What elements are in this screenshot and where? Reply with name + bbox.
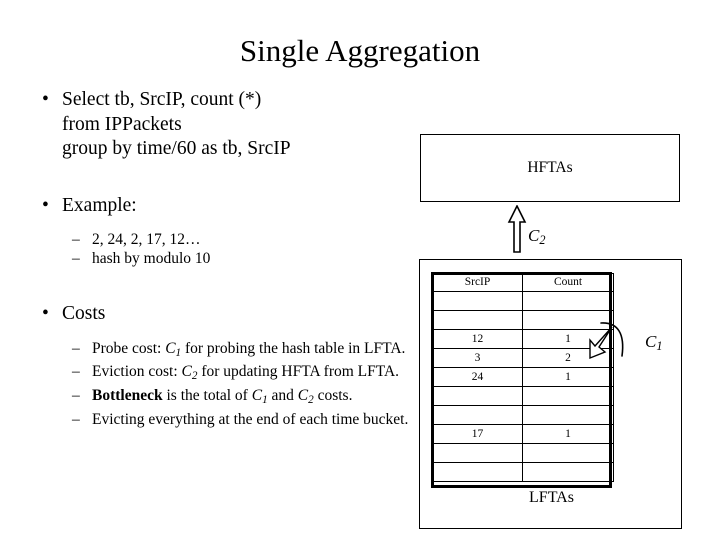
dash-marker: – — [72, 231, 80, 248]
query-line-1: Select tb, SrcIP, count (*) — [62, 89, 262, 110]
table-cell — [522, 291, 614, 311]
table-row — [432, 462, 614, 482]
cost-variable-letter: C — [251, 387, 263, 405]
table-row — [432, 291, 614, 311]
table-cell: 3 — [432, 348, 523, 368]
table-header-cell: Count — [522, 273, 614, 292]
c1-cost-label: C1 — [645, 332, 662, 356]
c2-up-arrow-icon — [507, 205, 527, 253]
evicting-text: Evicting everything at the end of each t… — [92, 410, 409, 428]
query-line-3: group by time/60 as tb, SrcIP — [62, 138, 291, 159]
example-values: 2, 24, 2, 17, 12… — [92, 231, 201, 248]
table-row — [432, 405, 614, 425]
table-row: 24 1 — [432, 367, 614, 387]
table-cell — [432, 386, 523, 406]
hfta-label: HFTAs — [527, 159, 573, 176]
hfta-box: HFTAs — [420, 134, 680, 202]
bullet-marker: • — [42, 303, 49, 324]
table-cell — [432, 405, 523, 425]
table-cell — [432, 310, 523, 330]
lfta-box: SrcIP Count 12 1 3 2 24 1 17 1 LFTAs — [419, 259, 682, 529]
c2-subscript: 2 — [539, 233, 546, 248]
table-cell — [522, 443, 614, 463]
c2-cost-label: C2 — [528, 226, 545, 250]
eviction-cost-post: for updating HFTA from LFTA. — [197, 363, 400, 381]
c1-letter: C — [645, 332, 657, 351]
query-line-2: from IPPackets — [62, 113, 182, 135]
bottleneck-post: costs. — [313, 387, 353, 405]
dash-marker: – — [72, 410, 80, 428]
bullet-item-query: • Select tb, SrcIP, count (*) from IPPac… — [30, 88, 420, 162]
table-cell — [432, 443, 523, 463]
spacer-example — [30, 162, 420, 194]
page-title: Single Aggregation — [239, 33, 481, 68]
c1-subscript: 1 — [656, 339, 663, 354]
table-cell: 12 — [432, 329, 523, 349]
bullet-item-costs: • Costs — [30, 302, 420, 327]
dash-marker: – — [72, 387, 80, 405]
c2-letter: C — [528, 226, 540, 245]
cost-variable-c1: C1 — [251, 387, 268, 406]
table-cell: 24 — [432, 367, 523, 387]
table-row: 17 1 — [432, 424, 614, 444]
sub-item-example-values: – 2, 24, 2, 17, 12… — [30, 230, 420, 249]
bottleneck-mid: is the total of — [162, 387, 252, 405]
cost-variable-letter: C — [297, 387, 309, 405]
lfta-label: LFTAs — [529, 489, 574, 506]
sub-item-example-hash: – hash by modulo 10 — [30, 249, 420, 268]
slide-canvas: Single Aggregation • Select tb, SrcIP, c… — [0, 0, 720, 540]
sub-item-evicting: – Evicting everything at the end of each… — [30, 410, 420, 429]
table-cell — [522, 462, 614, 482]
bullet-marker: • — [42, 89, 49, 110]
dash-marker: – — [72, 363, 80, 381]
bullet-item-example: • Example: — [30, 194, 420, 219]
cost-variable-c2: C2 — [297, 387, 314, 406]
cost-variable-c1: C1 — [165, 339, 181, 359]
costs-label: Costs — [62, 303, 106, 324]
probe-cost-post: for probing the hash table in LFTA. — [181, 339, 406, 357]
dash-marker: – — [72, 250, 80, 267]
table-cell: 1 — [522, 367, 614, 387]
cost-variable-c2: C2 — [181, 363, 198, 382]
c1-curve-connector-icon — [600, 322, 624, 357]
cost-variable-letter: C — [181, 363, 192, 381]
table-cell: 17 — [432, 424, 523, 444]
table-header-cell: SrcIP — [432, 273, 523, 292]
example-label: Example: — [62, 194, 137, 216]
dash-marker: – — [72, 339, 80, 357]
sub-item-eviction-cost: – Eviction cost: C2 for updating HFTA fr… — [30, 362, 420, 386]
spacer-example-sub — [30, 218, 420, 230]
bottleneck-and: and — [267, 387, 298, 405]
slide-body-text: • Select tb, SrcIP, count (*) from IPPac… — [30, 88, 420, 429]
sub-item-probe-cost: – Probe cost: C1 for probing the hash ta… — [30, 339, 420, 363]
lfta-hash-table: SrcIP Count 12 1 3 2 24 1 17 1 — [432, 273, 614, 482]
table-row — [432, 443, 614, 463]
table-cell — [522, 386, 614, 406]
bottleneck-keyword: Bottleneck — [92, 387, 163, 405]
table-header-row: SrcIP Count — [432, 273, 614, 292]
table-row — [432, 386, 614, 406]
bullet-marker: • — [42, 194, 49, 216]
cost-variable-letter: C — [165, 339, 176, 357]
sub-item-bottleneck: – Bottleneck is the total of C1 and C2 c… — [30, 386, 420, 410]
eviction-cost-pre: Eviction cost: — [92, 363, 182, 381]
spacer-costs-sub — [30, 327, 420, 339]
probe-cost-pre: Probe cost: — [92, 339, 166, 357]
example-hash: hash by modulo 10 — [92, 250, 211, 267]
spacer-costs — [30, 268, 420, 302]
table-cell: 1 — [522, 424, 614, 444]
table-cell — [522, 405, 614, 425]
table-cell — [432, 291, 523, 311]
table-cell — [432, 462, 523, 482]
